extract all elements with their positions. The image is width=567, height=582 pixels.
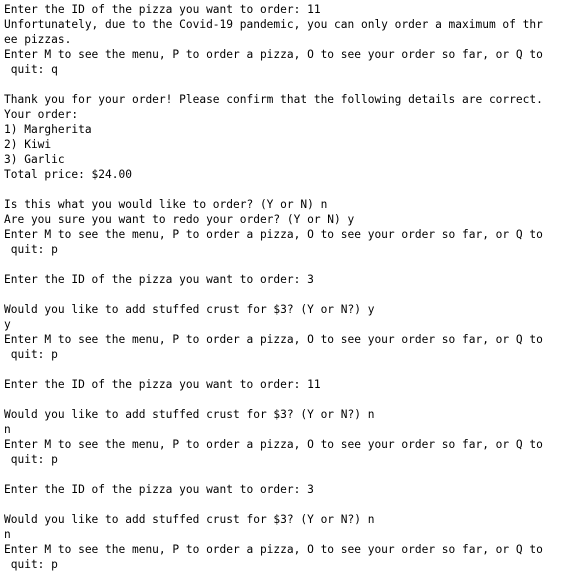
terminal-line: Enter M to see the menu, P to order a pi… (4, 438, 543, 451)
terminal-line: y (4, 318, 11, 331)
terminal-line: quit: p (4, 243, 58, 256)
terminal-line: ee pizzas. (4, 33, 72, 46)
terminal-line: quit: q (4, 63, 58, 76)
terminal-line: Your order: (4, 108, 79, 121)
terminal-output[interactable]: Enter the ID of the pizza you want to or… (0, 0, 567, 582)
terminal-line: Would you like to add stuffed crust for … (4, 303, 375, 316)
terminal-line: n (4, 423, 11, 436)
terminal-line: Enter the ID of the pizza you want to or… (4, 483, 314, 496)
terminal-line: n (4, 528, 11, 541)
terminal-line: Thank you for your order! Please confirm… (4, 93, 543, 106)
terminal-line: quit: p (4, 453, 58, 466)
terminal-line: 3) Garlic (4, 153, 65, 166)
terminal-line: 1) Margherita (4, 123, 92, 136)
terminal-line: Unfortunately, due to the Covid-19 pande… (4, 18, 543, 31)
terminal-line: Enter the ID of the pizza you want to or… (4, 273, 314, 286)
terminal-line: Enter M to see the menu, P to order a pi… (4, 543, 543, 556)
terminal-line: Are you sure you want to redo your order… (4, 213, 355, 226)
terminal-line: Total price: $24.00 (4, 168, 132, 181)
terminal-line: Enter M to see the menu, P to order a pi… (4, 228, 543, 241)
terminal-line: Enter the ID of the pizza you want to or… (4, 3, 321, 16)
terminal-line: Enter M to see the menu, P to order a pi… (4, 333, 543, 346)
terminal-line: Is this what you would like to order? (Y… (4, 198, 328, 211)
terminal-line: 2) Kiwi (4, 138, 52, 151)
terminal-line: quit: p (4, 558, 58, 571)
terminal-line: Enter M to see the menu, P to order a pi… (4, 48, 543, 61)
terminal-line: quit: p (4, 348, 58, 361)
terminal-line: Would you like to add stuffed crust for … (4, 513, 375, 526)
terminal-line: Enter the ID of the pizza you want to or… (4, 378, 321, 391)
terminal-line: Would you like to add stuffed crust for … (4, 408, 375, 421)
